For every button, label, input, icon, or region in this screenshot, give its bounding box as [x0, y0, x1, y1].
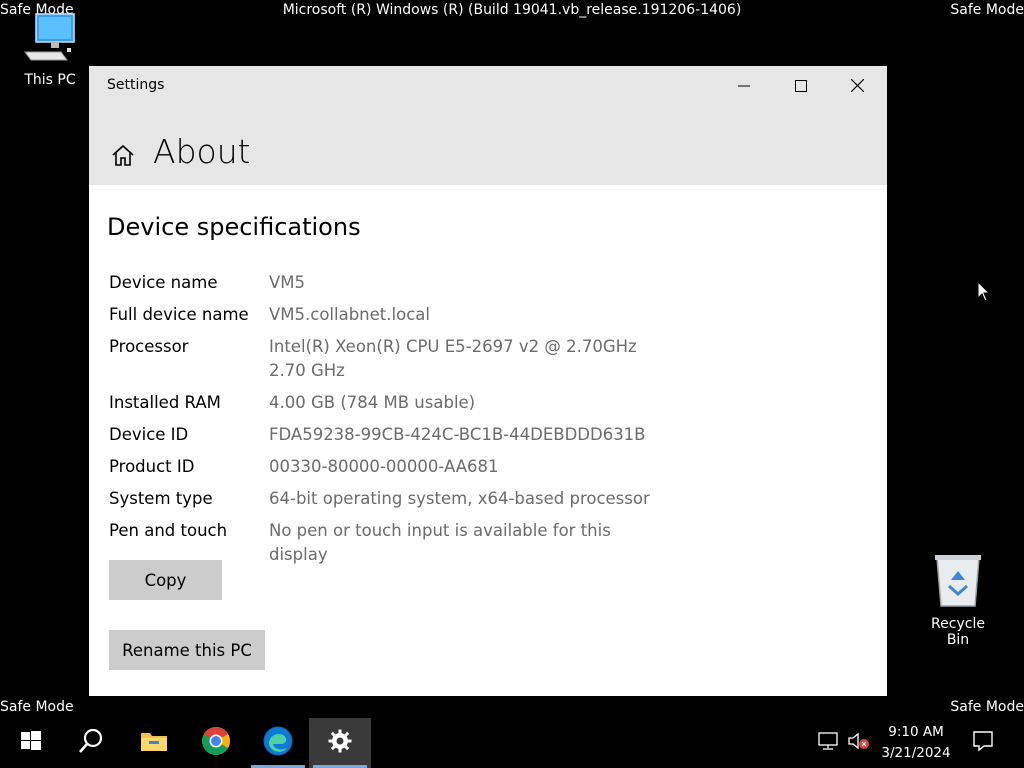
- edge-icon: [263, 726, 293, 760]
- safe-mode-label-bottom-left: Safe Mode: [0, 699, 74, 715]
- volume-tray-button[interactable]: [846, 718, 872, 768]
- taskbar-settings[interactable]: [309, 718, 371, 768]
- maximize-icon: [794, 77, 807, 96]
- clock-time: 9:10 AM: [888, 724, 944, 740]
- search-icon: [78, 728, 104, 758]
- chrome-icon: [201, 726, 231, 760]
- spec-label: Processor: [109, 337, 189, 356]
- network-icon: [818, 732, 840, 754]
- taskbar-edge[interactable]: [247, 718, 309, 768]
- desktop-icon-this-pc[interactable]: This PC: [10, 12, 90, 88]
- start-button[interactable]: [0, 718, 62, 768]
- spec-row-product-id: Product ID 00330-80000-00000-AA681: [109, 455, 669, 479]
- taskbar: 9:10 AM 3/21/2024: [0, 718, 1024, 768]
- window-title: Settings: [107, 77, 165, 93]
- spec-row-processor: Processor Intel(R) Xeon(R) CPU E5-2697 v…: [109, 335, 669, 383]
- this-pc-icon: [10, 12, 90, 68]
- recycle-bin-icon: [918, 552, 998, 612]
- spec-label: Full device name: [109, 305, 249, 324]
- volume-muted-icon: [848, 732, 870, 754]
- copy-button[interactable]: Copy: [109, 560, 222, 600]
- minimize-icon: [737, 77, 750, 96]
- title-bar[interactable]: Settings: [89, 66, 887, 106]
- spec-value: 64-bit operating system, x64-based proce…: [269, 489, 650, 508]
- gear-icon: [328, 729, 352, 757]
- page-header: About: [89, 106, 887, 185]
- maximize-button[interactable]: [772, 66, 829, 106]
- spec-value: 4.00 GB (784 MB usable): [269, 393, 476, 412]
- spec-label: System type: [109, 489, 213, 508]
- spec-label: Installed RAM: [109, 393, 221, 412]
- clock-date: 3/21/2024: [881, 745, 951, 761]
- spec-value: FDA59238-99CB-424C-BC1B-44DEBDDD631B: [269, 425, 646, 444]
- spec-row-device-id: Device ID FDA59238-99CB-424C-BC1B-44DEBD…: [109, 423, 669, 447]
- notification-icon: [972, 730, 994, 756]
- device-specs-list: Device name VM5 Full device name VM5.col…: [109, 271, 669, 575]
- spec-value: VM5.collabnet.local: [269, 305, 430, 324]
- spec-value: Intel(R) Xeon(R) CPU E5-2697 v2 @ 2.70GH…: [269, 337, 637, 380]
- spec-value: No pen or touch input is available for t…: [269, 521, 611, 564]
- recycle-bin-label: Recycle Bin: [931, 616, 985, 648]
- network-tray-button[interactable]: [816, 718, 842, 768]
- clock[interactable]: 9:10 AM 3/21/2024: [876, 722, 956, 764]
- spec-row-installed-ram: Installed RAM 4.00 GB (784 MB usable): [109, 391, 669, 415]
- spec-value: VM5: [269, 273, 306, 292]
- section-title: Device specifications: [107, 213, 361, 241]
- rename-pc-button[interactable]: Rename this PC: [109, 630, 265, 670]
- minimize-button[interactable]: [715, 66, 772, 106]
- desktop-icon-recycle-bin[interactable]: Recycle Bin: [918, 552, 998, 648]
- spec-value: 00330-80000-00000-AA681: [269, 457, 499, 476]
- close-button[interactable]: [829, 66, 886, 106]
- page-title: About: [153, 132, 251, 171]
- windows-logo-icon: [21, 731, 41, 755]
- mouse-cursor-icon: [977, 280, 991, 307]
- spec-row-device-name: Device name VM5: [109, 271, 669, 295]
- close-icon: [850, 77, 865, 96]
- taskbar-chrome[interactable]: [185, 718, 247, 768]
- spec-row-full-device-name: Full device name VM5.collabnet.local: [109, 303, 669, 327]
- notification-center-button[interactable]: [968, 718, 998, 768]
- spec-label: Device name: [109, 273, 218, 292]
- spec-row-system-type: System type 64-bit operating system, x64…: [109, 487, 669, 511]
- spec-label: Product ID: [109, 457, 195, 476]
- home-icon[interactable]: [111, 144, 135, 170]
- windows-build-text: Microsoft (R) Windows (R) (Build 19041.v…: [282, 2, 742, 18]
- safe-mode-label-bottom-right: Safe Mode: [950, 699, 1024, 715]
- search-button[interactable]: [60, 718, 122, 768]
- folder-icon: [140, 729, 168, 757]
- this-pc-label: This PC: [24, 72, 76, 88]
- taskbar-file-explorer[interactable]: [123, 718, 185, 768]
- spec-label: Device ID: [109, 425, 189, 444]
- settings-window: Settings About Device specifications Dev…: [89, 66, 887, 696]
